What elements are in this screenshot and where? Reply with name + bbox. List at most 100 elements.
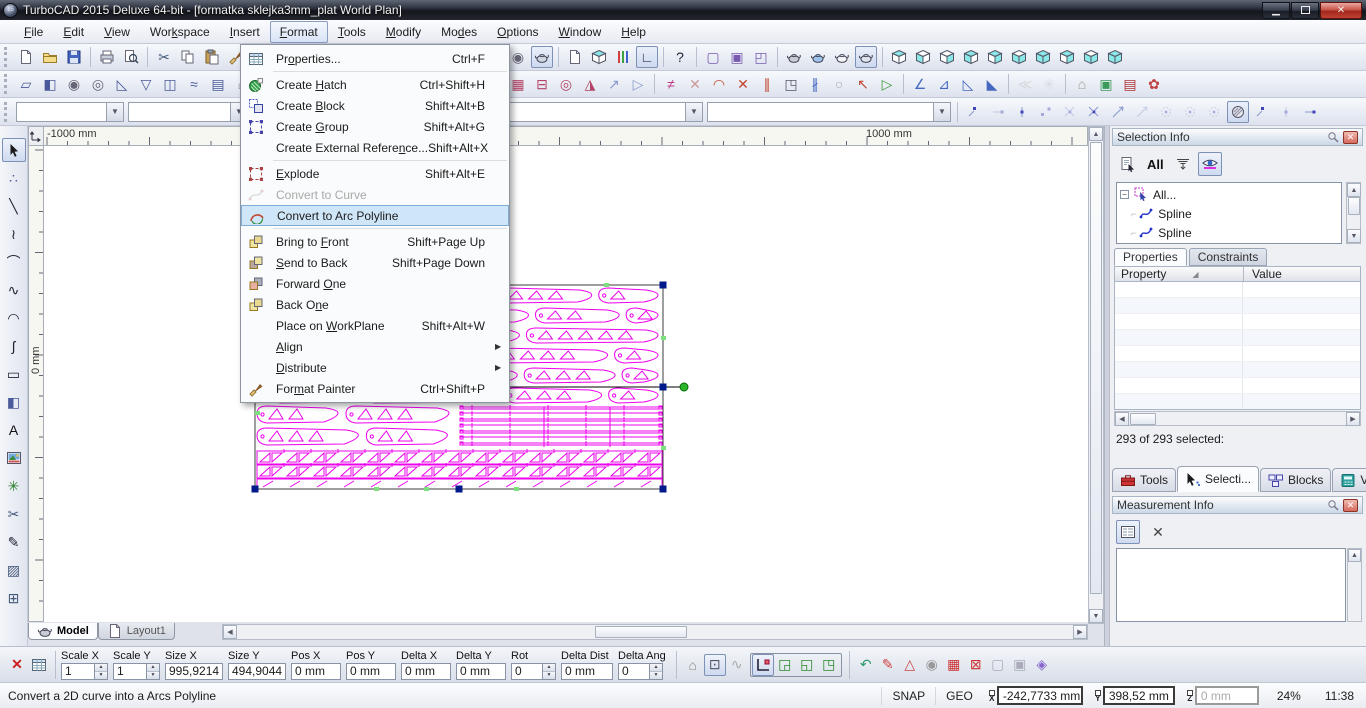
view-right-icon[interactable]	[1032, 46, 1054, 68]
fillet-icon[interactable]: ◠	[708, 73, 730, 95]
menu-workspace[interactable]: Workspace	[140, 21, 220, 43]
vertical-scrollbar[interactable]: ▲▼	[1088, 126, 1104, 624]
solid-tool[interactable]: ◧	[2, 390, 26, 414]
close-box-icon[interactable]: ⊠	[965, 654, 987, 676]
tab-constraints[interactable]: Constraints	[1189, 248, 1268, 266]
print-preview-icon[interactable]	[120, 46, 142, 68]
select-box-icon[interactable]: ◳	[780, 73, 802, 95]
snap-point1-icon[interactable]	[1251, 101, 1273, 123]
render-wire-icon[interactable]	[783, 46, 805, 68]
table-tool[interactable]: ⊞	[2, 586, 26, 610]
view-iso-se-icon[interactable]	[1080, 46, 1102, 68]
array-polar-icon[interactable]: ◎	[555, 73, 577, 95]
intersect-line-icon[interactable]: ✕	[732, 73, 754, 95]
snap-point3-icon[interactable]	[1299, 101, 1321, 123]
chamfer-icon[interactable]: ⊿	[933, 73, 955, 95]
rect-tool[interactable]: ▭	[2, 362, 26, 386]
property-row[interactable]	[1115, 314, 1360, 330]
coord-z-value[interactable]: 0 mm	[1195, 686, 1259, 705]
inspector-table-icon[interactable]	[28, 654, 50, 676]
multi-trim-icon[interactable]: ≪	[1014, 73, 1036, 95]
pin-icon[interactable]	[1326, 130, 1340, 144]
text-tool[interactable]: A	[2, 418, 26, 442]
coord-y-value[interactable]: 398,52 mm	[1103, 686, 1175, 705]
palette-tab-tools[interactable]: Tools	[1112, 468, 1176, 492]
property-row[interactable]	[1115, 378, 1360, 394]
input-scale-y[interactable]: 1	[113, 663, 147, 680]
value-column-header[interactable]: Value	[1244, 267, 1282, 281]
input-pos-x[interactable]: 0 mm	[291, 663, 341, 680]
menu-help[interactable]: Help	[611, 21, 656, 43]
tab-properties[interactable]: Properties	[1114, 248, 1187, 266]
select-tool[interactable]	[2, 138, 26, 162]
menu-tools[interactable]: Tools	[328, 21, 376, 43]
close-icon[interactable]: ✕	[1343, 499, 1358, 512]
input-size-x[interactable]: 995,9214	[165, 663, 223, 680]
menu-item-format-painter[interactable]: Format PainterCtrl+Shift+P	[241, 378, 509, 399]
menu-item-properties-[interactable]: Properties...Ctrl+F	[241, 48, 509, 69]
workplane-wp-icon[interactable]: ◲	[774, 654, 796, 676]
dome-icon[interactable]: ⌂	[1071, 73, 1093, 95]
ghost-box1-icon[interactable]: ▢	[987, 654, 1009, 676]
curve-tool[interactable]: ∿	[2, 278, 26, 302]
cylinder-icon[interactable]: ◫	[159, 73, 181, 95]
view-left-icon[interactable]	[1008, 46, 1030, 68]
group-edit-icon[interactable]: ▢	[702, 46, 724, 68]
palette-tab-blocks[interactable]: Blocks	[1260, 468, 1331, 492]
input-scale-x[interactable]: 1	[61, 663, 95, 680]
corner-copy-icon[interactable]: ◮	[579, 73, 601, 95]
input-rot[interactable]: 0	[511, 663, 543, 680]
coord-x-value[interactable]: -242,7733 mm	[997, 686, 1083, 705]
sheet-tab-layout1[interactable]: Layout1	[98, 623, 175, 640]
stamp-icon[interactable]: ⌂	[682, 654, 704, 676]
sheet-tab-model[interactable]: Model	[28, 623, 98, 640]
input-pos-y[interactable]: 0 mm	[346, 663, 396, 680]
snap-circle1-icon[interactable]	[1155, 101, 1177, 123]
palette-tab-selecti[interactable]: Selecti...	[1177, 466, 1259, 492]
pick-icon[interactable]: ↖	[852, 73, 874, 95]
drawing-canvas[interactable]	[44, 146, 1088, 622]
sphere-icon[interactable]: ◧	[39, 73, 61, 95]
snap-center-icon[interactable]	[1011, 101, 1033, 123]
snap-midpoint-icon[interactable]	[987, 101, 1009, 123]
warning-icon[interactable]: △	[899, 654, 921, 676]
spinner[interactable]: ▲▼	[95, 663, 108, 680]
snap-star-icon[interactable]: ✳	[1038, 73, 1060, 95]
cut-icon[interactable]: ✂	[153, 46, 175, 68]
menu-item-create-block[interactable]: Create BlockShift+Alt+B	[241, 95, 509, 116]
selection-tree[interactable]: −All...⌐Spline⌐Spline	[1116, 182, 1342, 244]
menu-item-distribute[interactable]: Distribute▶	[241, 357, 509, 378]
color-lines-icon[interactable]	[612, 46, 634, 68]
paste-icon[interactable]	[201, 46, 223, 68]
snap-circle3-icon[interactable]	[1203, 101, 1225, 123]
menu-format[interactable]: Format	[270, 21, 328, 43]
workplane-cp-icon[interactable]: ◱	[796, 654, 818, 676]
render-quality-icon[interactable]	[855, 46, 877, 68]
property-row[interactable]	[1115, 362, 1360, 378]
menu-edit[interactable]: Edit	[53, 21, 94, 43]
toolbar-drag-handle[interactable]	[4, 74, 9, 94]
tree-expand-icon[interactable]: −	[1120, 190, 1129, 199]
measurement-content[interactable]	[1116, 548, 1346, 622]
snap-circle2-icon[interactable]	[1179, 101, 1201, 123]
property-row[interactable]	[1115, 394, 1360, 410]
dimension-tool[interactable]: ✳	[2, 474, 26, 498]
trim-icon[interactable]: ≠	[660, 73, 682, 95]
group-make-icon[interactable]: ▣	[726, 46, 748, 68]
box-3d-icon[interactable]: ▱	[15, 73, 37, 95]
pen-style-combo[interactable]: ▼	[16, 102, 124, 122]
view-front-icon[interactable]	[960, 46, 982, 68]
menu-item-create-group[interactable]: Create GroupShift+Alt+G	[241, 116, 509, 137]
grid-scrollbar[interactable]: ◀▶	[1114, 411, 1361, 426]
property-grid[interactable]	[1114, 282, 1361, 410]
horizontal-scrollbar[interactable]: ◀▶	[222, 624, 1088, 640]
menu-view[interactable]: View	[94, 21, 140, 43]
snap-arc-icon[interactable]	[1107, 101, 1129, 123]
workplane-cube-icon[interactable]	[588, 46, 610, 68]
copy-icon[interactable]	[177, 46, 199, 68]
menu-item-explode[interactable]: ExplodeShift+Alt+E	[241, 163, 509, 184]
input-delta-ang[interactable]: 0	[618, 663, 650, 680]
array-linear-icon[interactable]: ⊟	[531, 73, 553, 95]
shape-icon[interactable]: ▷	[876, 73, 898, 95]
fillet-curve-icon[interactable]: ∠	[909, 73, 931, 95]
